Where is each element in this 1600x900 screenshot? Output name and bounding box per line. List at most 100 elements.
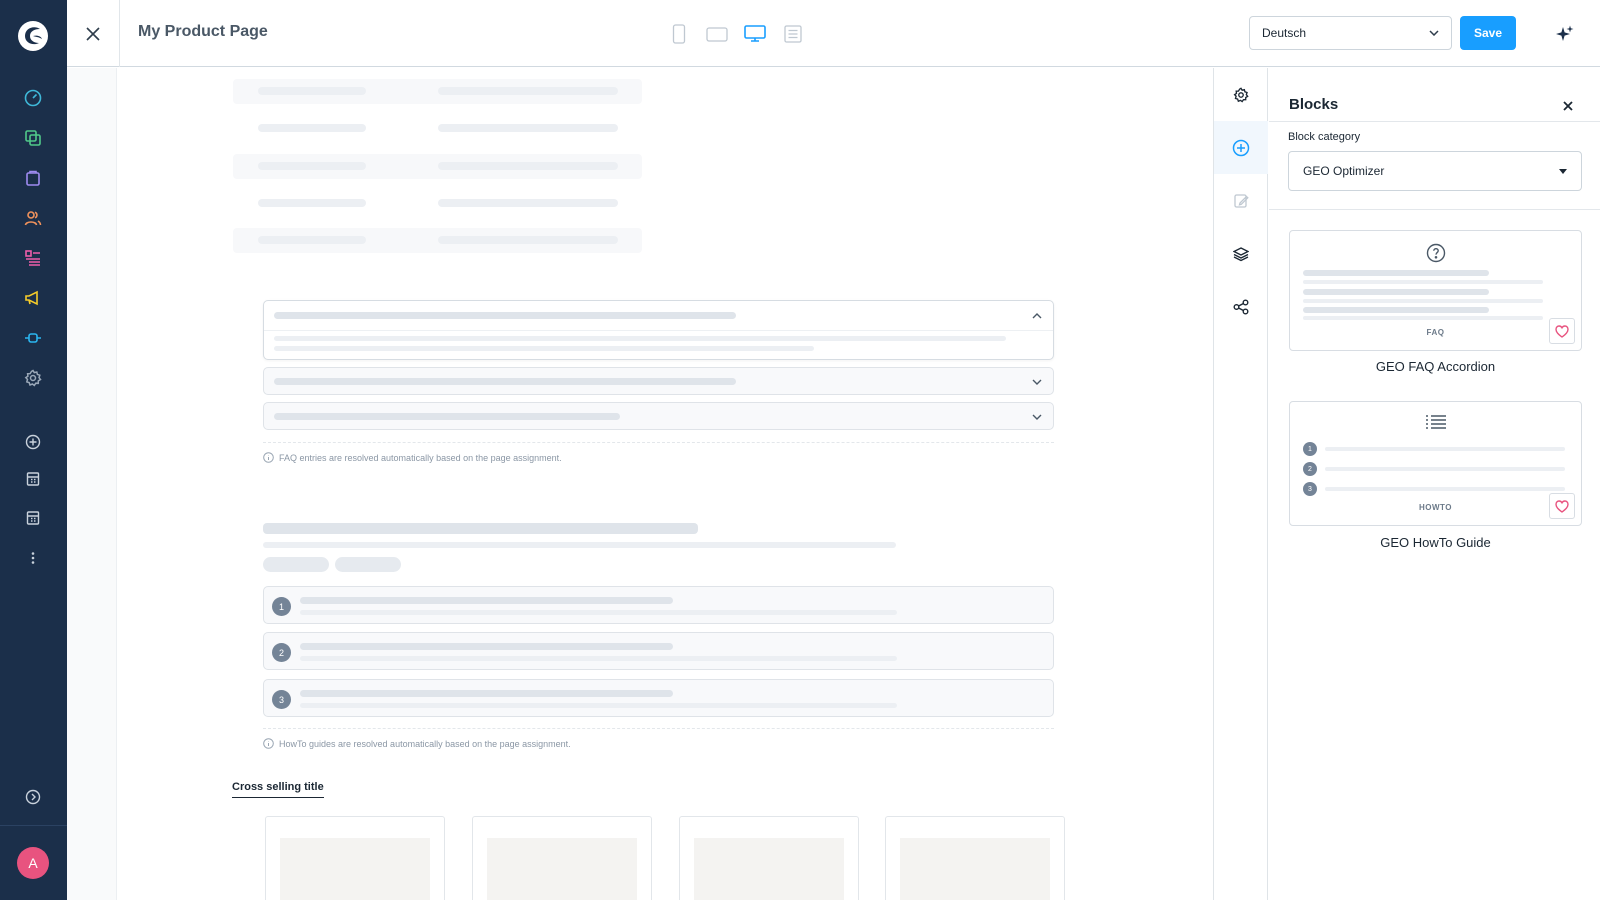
form-view-button[interactable] (781, 22, 805, 46)
mobile-view-button[interactable] (667, 22, 691, 46)
settings-tab[interactable] (1214, 68, 1268, 121)
block-category-label: Block category (1288, 131, 1361, 143)
block-type-tag: HOWTO (1418, 503, 1452, 512)
divider (1269, 209, 1600, 210)
product-image-placeholder (900, 838, 1050, 900)
layers-tab[interactable] (1214, 227, 1268, 280)
divider (0, 825, 67, 826)
skeleton-line (258, 199, 366, 207)
step-number-badge: 3 (1303, 482, 1317, 496)
add-circle-icon[interactable] (21, 430, 45, 454)
product-card (679, 816, 859, 900)
gear-icon (1233, 86, 1249, 103)
catalogues-icon[interactable] (21, 126, 45, 150)
skeleton-line (274, 413, 620, 420)
heart-icon (1555, 499, 1569, 513)
skeleton-line (258, 87, 366, 95)
share-tab[interactable] (1214, 280, 1268, 333)
desktop-view-button[interactable] (743, 22, 767, 46)
skeleton-line (438, 162, 618, 170)
product-image-placeholder (694, 838, 844, 900)
howto-step: 1 (263, 586, 1054, 624)
add-circle-icon (1232, 139, 1250, 156)
block-card-faq[interactable]: FAQ (1289, 230, 1582, 351)
skeleton-pill (263, 557, 329, 572)
avatar[interactable]: A (17, 847, 49, 879)
skeleton-heading (263, 523, 698, 534)
step-number-badge: 1 (272, 597, 291, 616)
cross-selling-tab[interactable]: Cross selling title (232, 781, 324, 798)
product-card (265, 816, 445, 900)
add-blocks-tab[interactable] (1214, 121, 1268, 174)
blocks-panel: Blocks Block category GEO Optimizer FAQ … (1269, 68, 1600, 900)
skeleton-line (1303, 270, 1489, 276)
block-category-value: GEO Optimizer (1303, 164, 1385, 178)
orders-icon[interactable] (21, 166, 45, 190)
chevron-down-icon (1429, 30, 1439, 36)
panel-title: Blocks (1289, 96, 1339, 113)
skeleton-line (438, 124, 618, 132)
edit-icon (1234, 193, 1249, 208)
block-card-howto[interactable]: 1 2 3 HOWTO (1289, 401, 1582, 526)
step-number-badge: 3 (272, 690, 291, 709)
content-icon[interactable] (21, 246, 45, 270)
block-type-tag: FAQ (1426, 328, 1445, 337)
admin-sidebar: A (0, 0, 67, 900)
skeleton-line (258, 124, 366, 132)
heart-icon (1555, 324, 1569, 338)
share-icon (1233, 299, 1249, 314)
skeleton-line (263, 542, 896, 548)
language-select[interactable]: Deutsch (1249, 16, 1452, 50)
product-image-placeholder (280, 838, 430, 900)
language-select-value: Deutsch (1262, 26, 1307, 40)
collapse-sidebar-icon[interactable] (21, 785, 45, 809)
faq-accordion-item[interactable] (263, 367, 1054, 395)
layers-icon (1233, 246, 1249, 261)
skeleton-line (274, 336, 1006, 341)
layout-canvas: FAQ entries are resolved automatically b… (116, 68, 1213, 900)
edit-tab[interactable] (1214, 174, 1268, 227)
favorite-button[interactable] (1549, 318, 1575, 344)
desktop-icon (744, 25, 766, 42)
sales-channel-icon[interactable] (21, 506, 45, 530)
favorite-button[interactable] (1549, 493, 1575, 519)
sparkles-icon (1556, 25, 1574, 41)
howto-note-text: HowTo guides are resolved automatically … (279, 738, 571, 749)
chevron-up-icon (1032, 313, 1042, 319)
block-category-select[interactable]: GEO Optimizer (1288, 151, 1582, 191)
app-root: A My Product Page Deutsch Save FAQ entri… (0, 0, 1600, 900)
faq-accordion-item[interactable] (263, 402, 1054, 430)
step-number-badge: 1 (1303, 442, 1317, 456)
ai-assistant-button[interactable] (1552, 21, 1578, 47)
skeleton-line (258, 162, 366, 170)
close-editor-button[interactable] (67, 0, 120, 67)
divider (1269, 121, 1600, 122)
marketing-icon[interactable] (21, 286, 45, 310)
close-panel-button[interactable] (1560, 98, 1576, 114)
more-icon[interactable] (21, 546, 45, 570)
faq-note-text: FAQ entries are resolved automatically b… (279, 452, 562, 463)
step-number-badge: 2 (272, 643, 291, 662)
chevron-down-icon (1032, 379, 1042, 385)
skeleton-line (300, 703, 897, 708)
extensions-icon[interactable] (21, 326, 45, 350)
divider (263, 442, 1054, 443)
save-button[interactable]: Save (1460, 16, 1516, 50)
block-card-name: GEO FAQ Accordion (1375, 359, 1496, 374)
skeleton-line (274, 346, 814, 351)
tablet-view-button[interactable] (705, 22, 729, 46)
dashboard-icon[interactable] (21, 86, 45, 110)
skeleton-line (1303, 316, 1543, 320)
customers-icon[interactable] (21, 206, 45, 230)
skeleton-line (300, 610, 897, 615)
shopware-logo-icon[interactable] (16, 19, 50, 53)
skeleton-line (438, 236, 618, 244)
editor-toolbar: My Product Page Deutsch Save (67, 0, 1600, 67)
settings-icon[interactable] (21, 366, 45, 390)
skeleton-pill (335, 557, 401, 572)
page-title: My Product Page (138, 23, 268, 40)
device-switcher (667, 22, 805, 46)
faq-accordion-item-open[interactable] (263, 300, 1054, 360)
step-number-badge: 2 (1303, 462, 1317, 476)
sales-channel-icon[interactable] (21, 467, 45, 491)
